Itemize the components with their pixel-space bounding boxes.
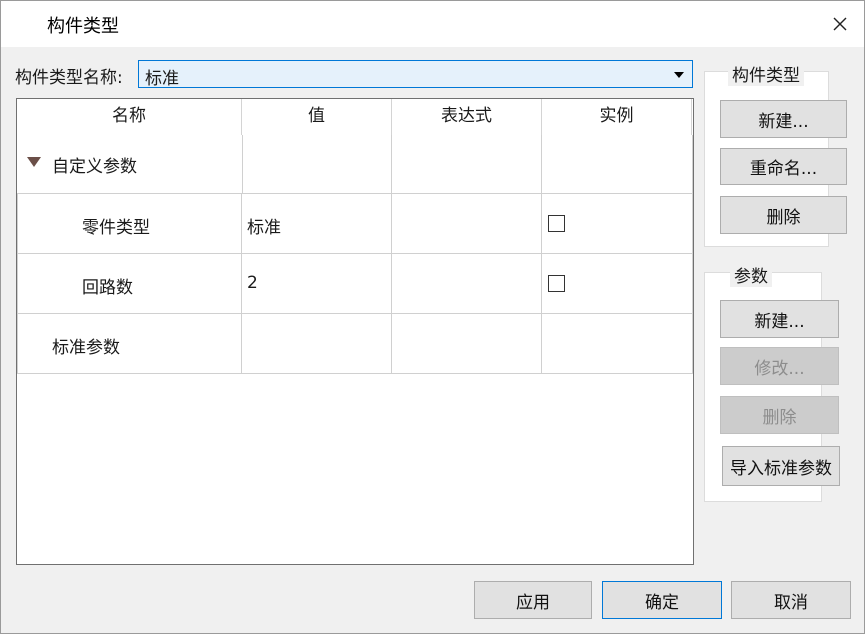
column-header-expression[interactable]: 表达式	[392, 99, 542, 135]
modify-parameter-button[interactable]: 修改...	[720, 347, 839, 385]
expand-triangle-icon[interactable]	[27, 157, 41, 167]
table-row[interactable]: 零件类型 标准	[17, 194, 693, 254]
value-cell[interactable]: 标准	[242, 194, 392, 254]
expression-cell[interactable]	[392, 194, 542, 254]
grid-header: 名称 值 表达式 实例	[17, 99, 693, 135]
close-icon	[833, 17, 847, 31]
expression-cell	[392, 135, 542, 194]
instance-cell	[542, 254, 693, 314]
component-type-dialog: 构件类型 构件类型名称: 标准 名称 值 表达式 实例 自定义参数 零件类型 标…	[0, 0, 865, 634]
ok-button[interactable]: 确定	[602, 581, 722, 619]
param-name: 回路数	[82, 278, 133, 298]
name-cell: 回路数	[17, 254, 242, 314]
expression-cell[interactable]	[392, 254, 542, 314]
type-name-dropdown[interactable]: 标准	[138, 60, 693, 89]
column-header-value[interactable]: 值	[242, 99, 392, 135]
cancel-button[interactable]: 取消	[731, 581, 851, 619]
delete-parameter-button[interactable]: 删除	[720, 396, 839, 434]
parameter-group-title: 参数	[730, 262, 772, 287]
new-parameter-button[interactable]: 新建...	[720, 300, 839, 338]
value-cell[interactable]: 2	[242, 254, 392, 314]
name-cell: 自定义参数	[17, 135, 242, 194]
type-name-value: 标准	[145, 69, 179, 89]
window-title: 构件类型	[47, 16, 119, 37]
instance-cell	[542, 194, 693, 254]
value-cell	[242, 135, 392, 194]
component-type-group-title: 构件类型	[728, 61, 804, 86]
new-type-button[interactable]: 新建...	[720, 100, 847, 138]
table-row[interactable]: 标准参数	[17, 314, 693, 374]
name-cell: 零件类型	[17, 194, 242, 254]
parameter-grid: 名称 值 表达式 实例 自定义参数 零件类型 标准 回路数 2 标准参数	[16, 98, 694, 565]
rename-type-button[interactable]: 重命名...	[720, 148, 847, 185]
import-standard-parameters-button[interactable]: 导入标准参数	[722, 446, 840, 486]
name-cell: 标准参数	[17, 314, 242, 374]
param-value: 标准	[247, 218, 281, 238]
param-name: 零件类型	[82, 218, 150, 238]
apply-button[interactable]: 应用	[474, 581, 592, 619]
instance-cell	[542, 135, 693, 194]
table-row[interactable]: 自定义参数	[17, 135, 693, 194]
type-name-label: 构件类型名称:	[15, 68, 123, 88]
param-value: 2	[247, 273, 258, 293]
instance-checkbox[interactable]	[548, 275, 565, 292]
column-header-name[interactable]: 名称	[17, 99, 242, 135]
close-button[interactable]	[825, 9, 855, 39]
value-cell	[242, 314, 392, 374]
chevron-down-icon	[674, 72, 684, 78]
expression-cell	[392, 314, 542, 374]
table-row[interactable]: 回路数 2	[17, 254, 693, 314]
delete-type-button[interactable]: 删除	[720, 196, 847, 234]
column-header-instance[interactable]: 实例	[542, 99, 692, 135]
instance-cell	[542, 314, 693, 374]
title-bar: 构件类型	[1, 1, 864, 47]
group-label: 自定义参数	[52, 157, 137, 177]
instance-checkbox[interactable]	[548, 215, 565, 232]
group-label: 标准参数	[52, 338, 120, 358]
